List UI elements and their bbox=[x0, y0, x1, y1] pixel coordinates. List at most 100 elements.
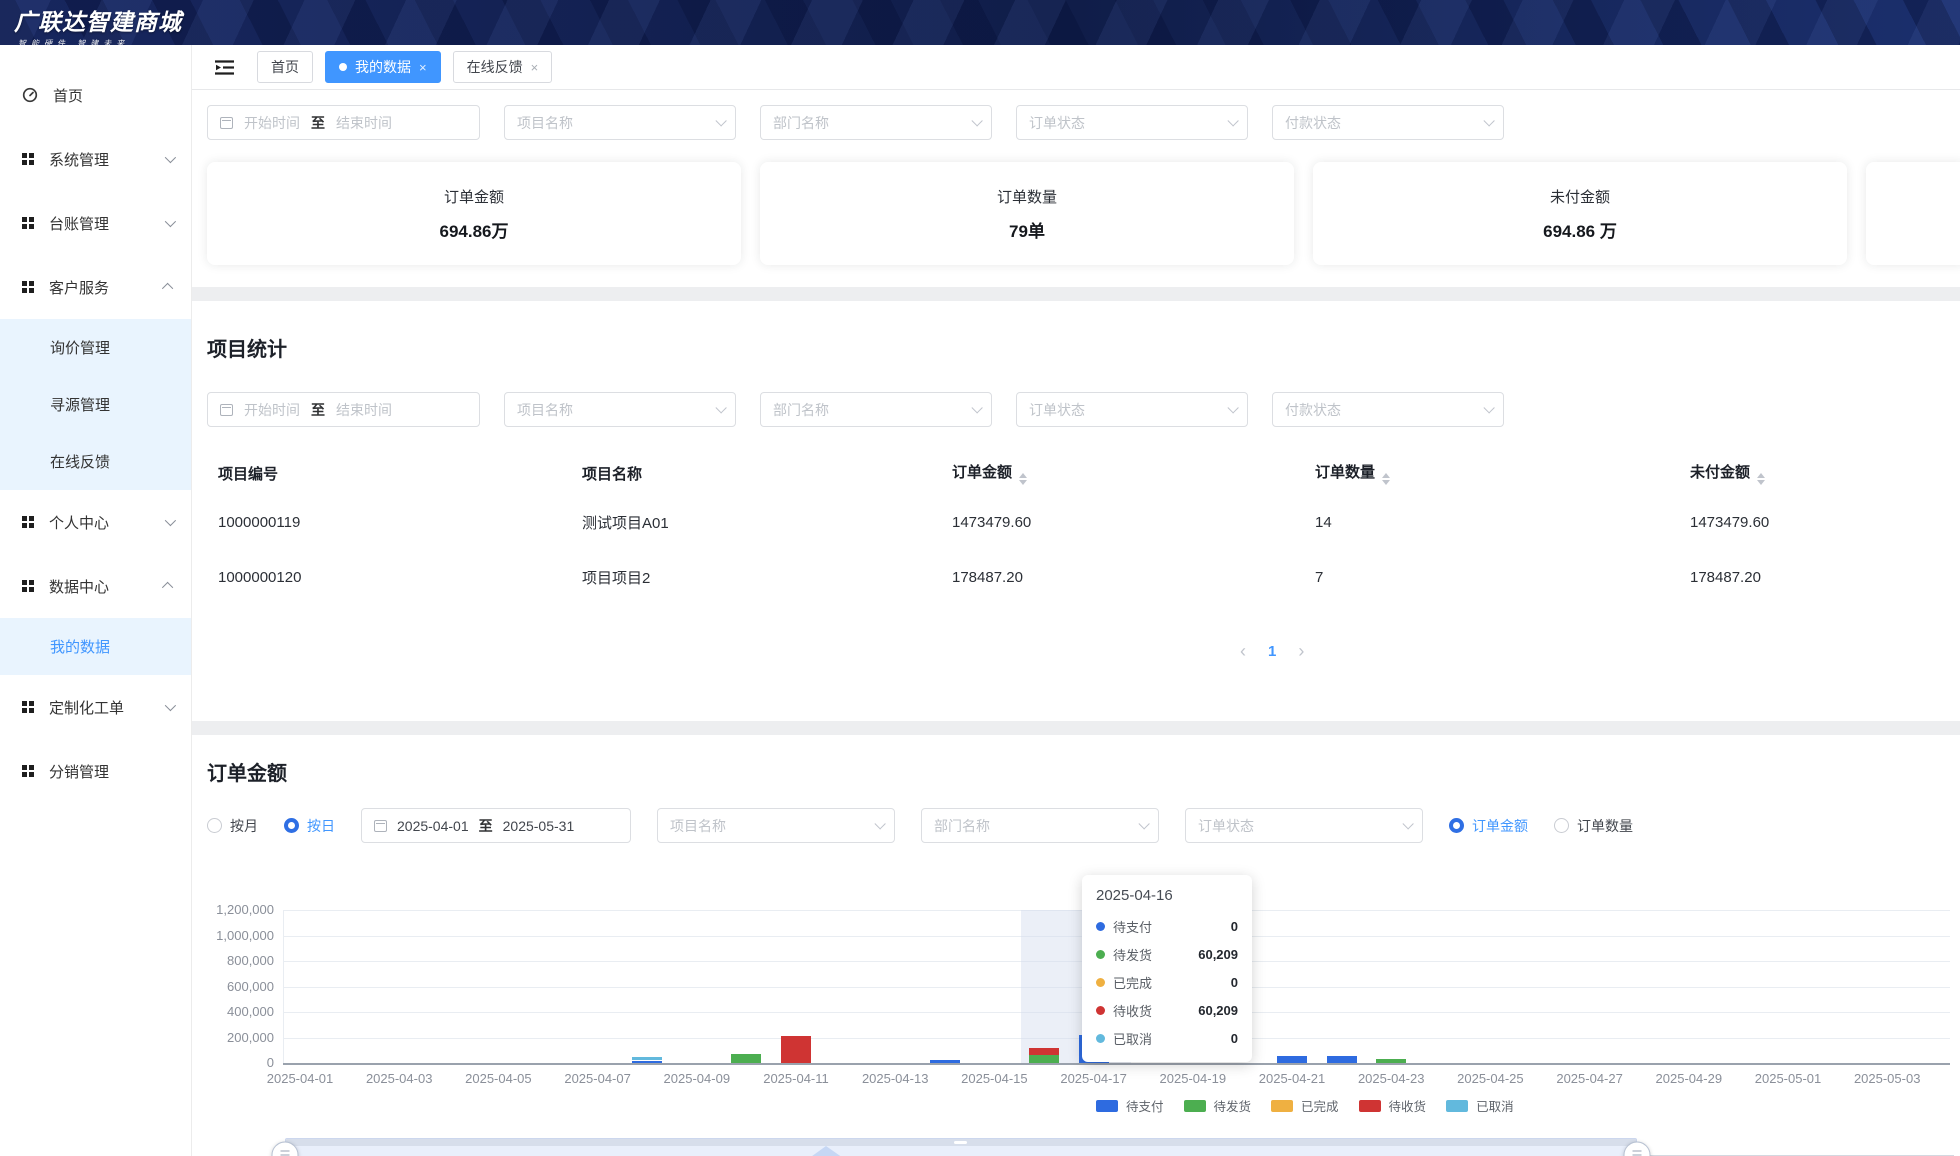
x-axis-tick: 2025-04-01 bbox=[252, 1071, 348, 1086]
tab-home[interactable]: 首页 bbox=[257, 51, 313, 83]
legend-item[interactable]: 待支付 bbox=[1096, 1096, 1164, 1115]
sidebar-item-my-data[interactable]: 我的数据 bbox=[0, 618, 191, 675]
sort-icon[interactable] bbox=[1757, 473, 1765, 485]
sidebar-item-personal-center[interactable]: 个人中心 bbox=[0, 490, 191, 554]
tooltip-row: 待收货 60,209 bbox=[1096, 996, 1238, 1024]
close-icon[interactable]: × bbox=[419, 61, 427, 74]
card-label: 未付金额 bbox=[1550, 186, 1610, 207]
col-order-amount[interactable]: 订单金额 bbox=[937, 451, 1300, 495]
sidebar-item-custom-workorder[interactable]: 定制化工单 bbox=[0, 675, 191, 739]
card-value: 79单 bbox=[1009, 217, 1045, 242]
chevron-down-icon bbox=[1402, 818, 1413, 829]
sidebar-item-data-center[interactable]: 数据中心 bbox=[0, 554, 191, 618]
x-axis-tick: 2025-04-23 bbox=[1343, 1071, 1439, 1086]
chevron-down-icon bbox=[1483, 115, 1494, 126]
radio-by-month[interactable]: 按月 bbox=[207, 816, 258, 836]
bar-2025-04-14[interactable] bbox=[930, 1060, 960, 1063]
legend-swatch bbox=[1446, 1100, 1468, 1112]
x-axis-tick: 2025-04-27 bbox=[1542, 1071, 1638, 1086]
radio-by-day[interactable]: 按日 bbox=[284, 816, 335, 836]
department-select[interactable]: 部门名称 bbox=[760, 392, 992, 427]
radio-metric-amount[interactable]: 订单金额 bbox=[1449, 816, 1528, 836]
legend-item[interactable]: 待发货 bbox=[1184, 1096, 1252, 1115]
sidebar-item-customer-service[interactable]: 客户服务 bbox=[0, 255, 191, 319]
legend-item[interactable]: 已完成 bbox=[1271, 1096, 1339, 1115]
card-label: 订单数量 bbox=[997, 186, 1057, 207]
sidebar-collapse-icon[interactable] bbox=[214, 59, 235, 76]
chevron-down-icon bbox=[165, 216, 176, 227]
bar-2025-04-21[interactable] bbox=[1277, 1056, 1307, 1063]
bar-2025-04-10[interactable] bbox=[731, 1054, 761, 1063]
sidebar-item-online-feedback[interactable]: 在线反馈 bbox=[0, 433, 191, 490]
bar-2025-04-23[interactable] bbox=[1376, 1059, 1406, 1063]
bar-2025-04-22[interactable] bbox=[1327, 1056, 1357, 1063]
chevron-down-icon bbox=[874, 818, 885, 829]
datazoom-right-handle[interactable] bbox=[1624, 1142, 1651, 1156]
tab-my-data[interactable]: 我的数据 × bbox=[325, 51, 441, 83]
chart-date-range-input[interactable]: 2025-04-01 至 2025-05-31 bbox=[361, 808, 631, 843]
sidebar: 首页 系统管理 台账管理 客户服务 询价管理 寻源管理 在线反馈 个人中心 bbox=[0, 45, 192, 1156]
department-select[interactable]: 部门名称 bbox=[921, 808, 1159, 843]
chevron-up-icon bbox=[162, 582, 173, 593]
x-axis-tick: 2025-04-07 bbox=[550, 1071, 646, 1086]
sidebar-item-label: 分销管理 bbox=[49, 761, 173, 782]
bar-2025-04-11[interactable] bbox=[781, 1036, 811, 1063]
table-row[interactable]: 1000000120 项目项目2 178487.20 7 178487.20 bbox=[203, 550, 1947, 605]
legend-item[interactable]: 已取消 bbox=[1446, 1096, 1514, 1115]
sidebar-item-label: 数据中心 bbox=[49, 576, 150, 597]
y-axis-tick: 1,000,000 bbox=[206, 928, 274, 943]
pay-status-select[interactable]: 付款状态 bbox=[1272, 392, 1504, 427]
sort-icon[interactable] bbox=[1019, 473, 1027, 485]
chart-legend: 待支付 待发货已完成 待收货已取消 bbox=[1096, 1096, 1514, 1115]
section-divider bbox=[192, 287, 1960, 301]
sidebar-item-distribution-mgmt[interactable]: 分销管理 bbox=[0, 739, 191, 803]
grid-icon bbox=[22, 153, 34, 165]
bar-2025-04-08[interactable] bbox=[632, 1061, 662, 1064]
sidebar-item-ledger-mgmt[interactable]: 台账管理 bbox=[0, 191, 191, 255]
card-value: 694.86万 bbox=[440, 217, 509, 242]
department-select[interactable]: 部门名称 bbox=[760, 105, 992, 140]
table-row[interactable]: 1000000119 测试项目A01 1473479.60 14 1473479… bbox=[203, 495, 1947, 550]
tab-online-feedback[interactable]: 在线反馈 × bbox=[453, 51, 553, 83]
project-name-select[interactable]: 项目名称 bbox=[657, 808, 895, 843]
tab-label: 在线反馈 bbox=[467, 57, 523, 77]
radio-metric-count[interactable]: 订单数量 bbox=[1554, 816, 1633, 836]
prev-page-icon[interactable]: ‹ bbox=[1240, 642, 1246, 660]
sort-icon[interactable] bbox=[1382, 473, 1390, 485]
col-unpaid-amount[interactable]: 未付金额 bbox=[1675, 451, 1947, 495]
date-range-input[interactable]: 开始时间 至 结束时间 bbox=[207, 105, 480, 140]
sidebar-item-sourcing-mgmt[interactable]: 寻源管理 bbox=[0, 376, 191, 433]
pay-status-select[interactable]: 付款状态 bbox=[1272, 105, 1504, 140]
legend-swatch bbox=[1096, 1100, 1118, 1112]
order-status-select[interactable]: 订单状态 bbox=[1185, 808, 1423, 843]
project-name-select[interactable]: 项目名称 bbox=[504, 392, 736, 427]
x-axis-tick: 2025-04-03 bbox=[351, 1071, 447, 1086]
order-status-select[interactable]: 订单状态 bbox=[1016, 392, 1248, 427]
chart-datazoom[interactable] bbox=[285, 1138, 1637, 1156]
col-order-count[interactable]: 订单数量 bbox=[1300, 451, 1675, 495]
bar-2025-04-16[interactable] bbox=[1029, 1055, 1059, 1063]
datazoom-grip-icon[interactable] bbox=[954, 1141, 967, 1144]
bar-2025-04-16[interactable] bbox=[1029, 1048, 1059, 1056]
page-number[interactable]: 1 bbox=[1268, 643, 1276, 660]
active-dot-icon bbox=[339, 63, 347, 71]
project-name-select[interactable]: 项目名称 bbox=[504, 105, 736, 140]
datazoom-track[interactable] bbox=[285, 1138, 1637, 1156]
calendar-icon bbox=[220, 117, 233, 129]
order-status-select[interactable]: 订单状态 bbox=[1016, 105, 1248, 140]
next-page-icon[interactable]: › bbox=[1298, 642, 1304, 660]
top-filters: 开始时间 至 结束时间 项目名称 部门名称 订单状态 付款状态 bbox=[207, 105, 1960, 140]
close-icon[interactable]: × bbox=[531, 61, 539, 74]
x-axis-tick: 2025-04-11 bbox=[748, 1071, 844, 1086]
legend-item[interactable]: 待收货 bbox=[1359, 1096, 1427, 1115]
sidebar-item-inquiry-mgmt[interactable]: 询价管理 bbox=[0, 319, 191, 376]
date-range-input[interactable]: 开始时间 至 结束时间 bbox=[207, 392, 480, 427]
datazoom-selected-bar[interactable] bbox=[286, 1139, 1636, 1146]
x-axis-tick: 2025-04-25 bbox=[1442, 1071, 1538, 1086]
select-placeholder: 项目名称 bbox=[517, 113, 573, 133]
bar-2025-04-08[interactable] bbox=[632, 1057, 662, 1061]
card-partial bbox=[1866, 162, 1960, 265]
sidebar-item-system-mgmt[interactable]: 系统管理 bbox=[0, 127, 191, 191]
sidebar-item-home[interactable]: 首页 bbox=[0, 63, 191, 127]
card-value: 694.86 万 bbox=[1543, 217, 1617, 242]
